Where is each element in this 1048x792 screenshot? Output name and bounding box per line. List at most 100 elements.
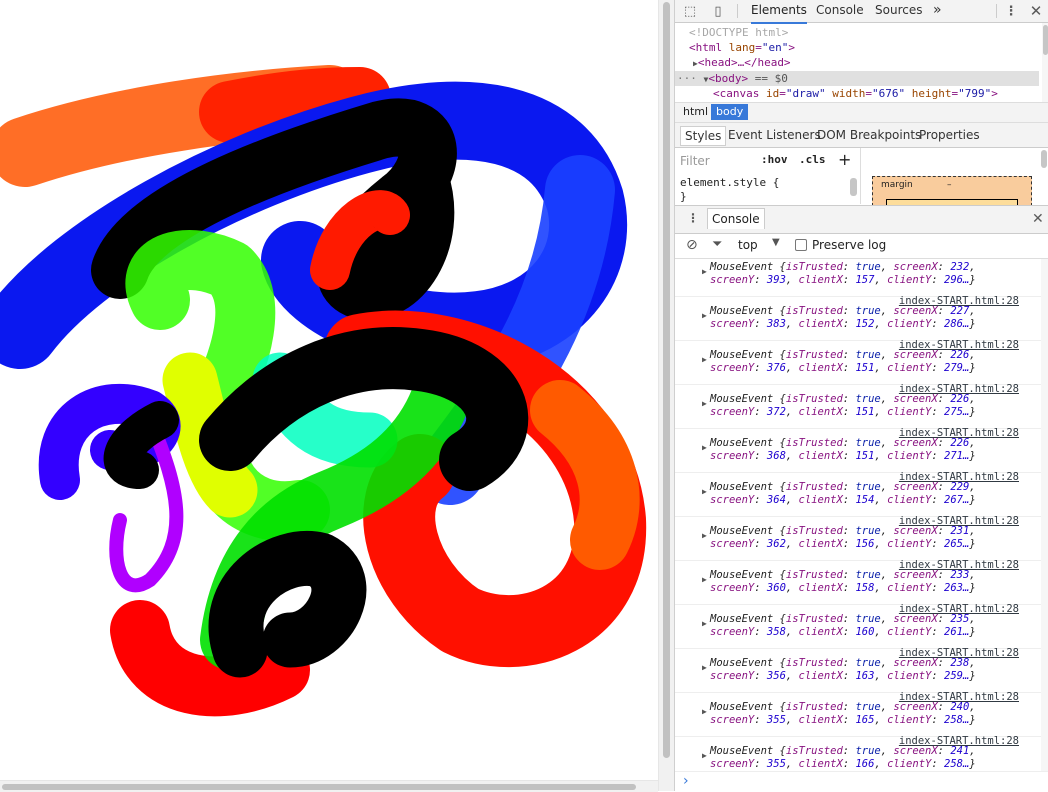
box-model: margin – [860, 148, 1048, 210]
dom-html-node[interactable]: <html lang="en"> [689, 40, 795, 55]
preserve-log-checkbox[interactable] [795, 239, 807, 251]
dom-tree-scrollbar[interactable] [1042, 23, 1048, 103]
styles-filter-input[interactable]: Filter [680, 154, 710, 168]
dom-body-node[interactable]: ··· ▼<body> == $0 [677, 71, 788, 86]
styles-scrollbar[interactable] [850, 178, 857, 196]
tab-dom-breakpoints[interactable]: DOM Breakpoints [813, 126, 925, 144]
console-message[interactable]: index-START.html:28 ▶ MouseEvent {isTruste… [675, 559, 1041, 605]
console-message[interactable]: index-START.html:28 ▶ MouseEvent {isTruste… [675, 603, 1041, 649]
console-prompt[interactable]: › [675, 771, 1048, 792]
webpage-viewport [0, 0, 658, 791]
expand-triangle-icon[interactable]: ▶ [702, 267, 707, 276]
console-message-line2: screenY: 393, clientX: 157, clientY: 296… [710, 274, 976, 286]
preserve-log-label: Preserve log [812, 238, 887, 252]
close-devtools-icon[interactable]: ✕ [1027, 2, 1045, 20]
close-drawer-icon[interactable]: ✕ [1032, 211, 1044, 227]
console-message-line1: MouseEvent {isTrusted: true, screenX: 22… [710, 305, 976, 317]
context-selector[interactable]: top [738, 238, 758, 252]
console-message-line1: MouseEvent {isTrusted: true, screenX: 23… [710, 613, 976, 625]
hov-toggle[interactable]: :hov [761, 153, 788, 166]
tab-event-listeners[interactable]: Event Listeners [724, 126, 825, 144]
inspect-element-icon[interactable]: ⬚ [681, 2, 699, 20]
filter-icon[interactable]: ⏷ [712, 237, 722, 252]
expand-triangle-icon[interactable]: ▶ [702, 707, 707, 716]
new-style-rule-button[interactable]: + [838, 150, 851, 169]
console-scrollbar[interactable] [1041, 259, 1048, 771]
breadcrumb-html[interactable]: html [678, 104, 713, 120]
styles-tabbar: Styles Event Listeners DOM Breakpoints P… [675, 123, 1048, 148]
expand-triangle-icon[interactable]: ▶ [702, 751, 707, 760]
dom-head-node[interactable]: ▶<head>…</head> [693, 55, 791, 70]
drawer-menu-icon[interactable]: ⋮ [687, 211, 699, 225]
console-message-line1: MouseEvent {isTrusted: true, screenX: 22… [710, 437, 976, 449]
box-model-margin[interactable]: margin – [872, 176, 1032, 210]
console-message-line2: screenY: 364, clientX: 154, clientY: 267… [710, 494, 976, 506]
devtools-tabbar: ⬚ ▯ Elements Console Sources » ⋮ ✕ [675, 0, 1048, 24]
cls-toggle[interactable]: .cls [799, 153, 826, 166]
expand-triangle-icon[interactable]: ▶ [702, 443, 707, 452]
console-message-line1: MouseEvent {isTrusted: true, screenX: 23… [710, 525, 976, 537]
console-message[interactable]: index-START.html:28 ▶ MouseEvent {isTruste… [675, 427, 1041, 473]
dom-tree: <!DOCTYPE html> <html lang="en"> ▶<head>… [675, 23, 1048, 102]
page-vertical-scrollbar[interactable] [658, 0, 674, 791]
drawer-header: ⋮ Console ✕ [675, 205, 1048, 234]
console-message[interactable]: index-START.html:28 ▶ MouseEvent {isTruste… [675, 735, 1041, 771]
tab-console[interactable]: Console [816, 0, 864, 22]
expand-triangle-icon[interactable]: ▶ [702, 355, 707, 364]
expand-triangle-icon[interactable]: ▶ [702, 311, 707, 320]
console-toolbar: ⊘ ⏷ top ▼ Preserve log [675, 233, 1048, 259]
console-message-line1: MouseEvent {isTrusted: true, screenX: 23… [710, 657, 976, 669]
dom-canvas-node[interactable]: <canvas id="draw" width="676" height="79… [713, 86, 998, 101]
drawer-tab-console[interactable]: Console [707, 208, 765, 229]
dom-doctype[interactable]: <!DOCTYPE html> [689, 25, 788, 40]
console-message-line1: MouseEvent {isTrusted: true, screenX: 24… [710, 701, 976, 713]
stroke-black-bottom [208, 531, 367, 678]
expand-triangle-icon[interactable]: ▶ [702, 487, 707, 496]
expand-triangle-icon[interactable]: ▶ [702, 663, 707, 672]
expand-triangle-icon[interactable]: ▶ [702, 575, 707, 584]
console-message-line1: MouseEvent {isTrusted: true, screenX: 24… [710, 745, 976, 757]
console-message[interactable]: index-START.html:28 ▶ MouseEvent {isTruste… [675, 515, 1041, 561]
more-tabs-icon[interactable]: » [933, 0, 942, 22]
tab-styles[interactable]: Styles [680, 126, 727, 146]
console-message-line1: MouseEvent {isTrusted: true, screenX: 22… [710, 349, 976, 361]
console-message-line1: MouseEvent {isTrusted: true, screenX: 23… [710, 569, 976, 581]
tab-properties[interactable]: Properties [915, 126, 984, 144]
console-message[interactable]: index-START.html:28 ▶ MouseEvent {isTruste… [675, 383, 1041, 429]
expand-triangle-icon[interactable]: ▶ [702, 531, 707, 540]
tab-sources[interactable]: Sources [875, 0, 922, 22]
console-message[interactable]: index-START.html:28 ▶ MouseEvent {isTruste… [675, 339, 1041, 385]
breadcrumb: html body [675, 102, 1048, 123]
console-message-line1: MouseEvent {isTrusted: true, screenX: 22… [710, 393, 976, 405]
styles-filter-row: Filter :hov .cls + [675, 148, 860, 172]
box-model-scrollbar[interactable] [1041, 150, 1047, 168]
console-message[interactable]: index-START.html:28 ▶ MouseEvent {isTruste… [675, 691, 1041, 737]
draw-canvas[interactable] [0, 0, 658, 780]
context-dropdown-icon[interactable]: ▼ [772, 237, 780, 248]
console-message[interactable]: index-START.html:28 ▶ MouseEvent {isTruste… [675, 295, 1041, 341]
console-message-line2: screenY: 355, clientX: 165, clientY: 258… [710, 714, 976, 726]
console-message[interactable]: ▶ MouseEvent {isTrusted: true, screenX: 2… [675, 259, 1041, 297]
console-message-line2: screenY: 372, clientX: 151, clientY: 275… [710, 406, 976, 418]
device-toolbar-icon[interactable]: ▯ [709, 2, 727, 20]
kebab-menu-icon[interactable]: ⋮ [1002, 2, 1020, 20]
console-message-line2: screenY: 358, clientX: 160, clientY: 261… [710, 626, 976, 638]
page-horizontal-scrollbar[interactable] [0, 780, 658, 792]
console-message-line2: screenY: 356, clientX: 163, clientY: 259… [710, 670, 976, 682]
styles-pane: element.style { } [675, 172, 860, 204]
console-message-line1: MouseEvent {isTrusted: true, screenX: 22… [710, 481, 976, 493]
console-message[interactable]: index-START.html:28 ▶ MouseEvent {isTruste… [675, 647, 1041, 693]
devtools-panel: ⬚ ▯ Elements Console Sources » ⋮ ✕ <!DOC… [674, 0, 1048, 791]
console-message-line2: screenY: 360, clientX: 158, clientY: 263… [710, 582, 976, 594]
console-message-line2: screenY: 376, clientX: 151, clientY: 279… [710, 362, 976, 374]
console-message[interactable]: index-START.html:28 ▶ MouseEvent {isTruste… [675, 471, 1041, 517]
console-messages: ▶ MouseEvent {isTrusted: true, screenX: 2… [675, 259, 1041, 771]
element-style-close: } [680, 190, 687, 203]
console-message-line1: MouseEvent {isTrusted: true, screenX: 23… [710, 261, 976, 273]
clear-console-icon[interactable]: ⊘ [686, 237, 698, 253]
expand-triangle-icon[interactable]: ▶ [702, 619, 707, 628]
element-style-rule[interactable]: element.style { [680, 176, 779, 189]
expand-triangle-icon[interactable]: ▶ [702, 399, 707, 408]
breadcrumb-body[interactable]: body [711, 104, 749, 120]
tab-elements[interactable]: Elements [751, 0, 807, 24]
